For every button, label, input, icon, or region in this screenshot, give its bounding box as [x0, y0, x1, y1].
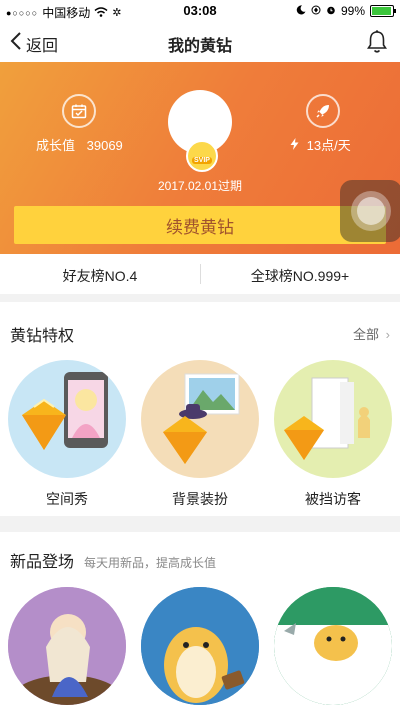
growth-value: 39069	[86, 138, 123, 153]
nav-bar: 返回 我的黄钻	[0, 22, 400, 62]
hamster-illustration	[141, 587, 259, 705]
privileges-title: 黄钻特权	[10, 328, 75, 345]
background-decor-illustration	[141, 360, 259, 478]
new-products-header: 新品登场 每天用新品，提高成长值	[10, 548, 216, 572]
alarm-icon	[326, 4, 336, 18]
privilege-item[interactable]: 背景装扮	[141, 360, 259, 509]
privilege-item[interactable]: 被挡访客	[274, 360, 392, 509]
princess-illustration	[8, 587, 126, 705]
chevron-right-icon: ›	[385, 327, 390, 342]
calendar-icon	[62, 94, 96, 128]
speed-stat: 13点/天	[290, 135, 351, 154]
new-product-item[interactable]	[274, 587, 392, 705]
assistive-touch-button[interactable]	[340, 180, 400, 242]
new-products-title: 新品登场	[10, 554, 75, 571]
growth-stat: 成长值 39069	[36, 135, 123, 154]
vip-badge-label: SVIP	[192, 157, 212, 164]
speed-value: 13点/天	[306, 138, 351, 153]
blocked-visitor-illustration	[274, 360, 392, 478]
privileges-section: 黄钻特权 全部 › 空间秀 背景装扮 被挡访客	[0, 302, 400, 516]
friends-rank[interactable]: 好友榜NO.4	[0, 266, 200, 286]
lightning-icon	[290, 138, 303, 153]
privilege-label: 背景装扮	[172, 491, 228, 507]
bell-icon[interactable]	[366, 30, 388, 59]
privilege-label: 空间秀	[46, 491, 88, 507]
global-rank[interactable]: 全球榜NO.999+	[200, 266, 400, 286]
moon-icon	[296, 4, 306, 18]
status-bar: ●○○○○ 中国移动 ✲ 03:08 99%	[0, 0, 400, 22]
battery-icon	[370, 5, 396, 17]
location-icon	[311, 4, 321, 18]
page-title: 我的黄钻	[167, 38, 232, 55]
rocket-icon	[306, 94, 340, 128]
space-show-illustration	[8, 360, 126, 478]
new-product-item[interactable]	[141, 587, 259, 705]
renew-button[interactable]: 续费黄钻	[14, 206, 386, 244]
privileges-more-link[interactable]: 全部 ›	[353, 324, 390, 343]
new-products-subtitle: 每天用新品，提高成长值	[84, 556, 217, 570]
ranking-bar: 好友榜NO.4 全球榜NO.999+	[0, 254, 400, 294]
privilege-label: 被挡访客	[305, 491, 361, 507]
vip-header: 成长值 39069 SVIP 13点/天 2017.02.01过期 续费黄钻	[0, 62, 400, 254]
new-products-section: 新品登场 每天用新品，提高成长值	[0, 532, 400, 711]
growth-label: 成长值	[36, 138, 76, 153]
battery-percent: 99%	[340, 4, 365, 18]
cat-illustration	[274, 587, 392, 705]
vip-level-badge: SVIP	[186, 140, 218, 172]
more-label: 全部	[353, 327, 380, 342]
privilege-item[interactable]: 空间秀	[8, 360, 126, 509]
new-product-item[interactable]	[8, 587, 126, 705]
